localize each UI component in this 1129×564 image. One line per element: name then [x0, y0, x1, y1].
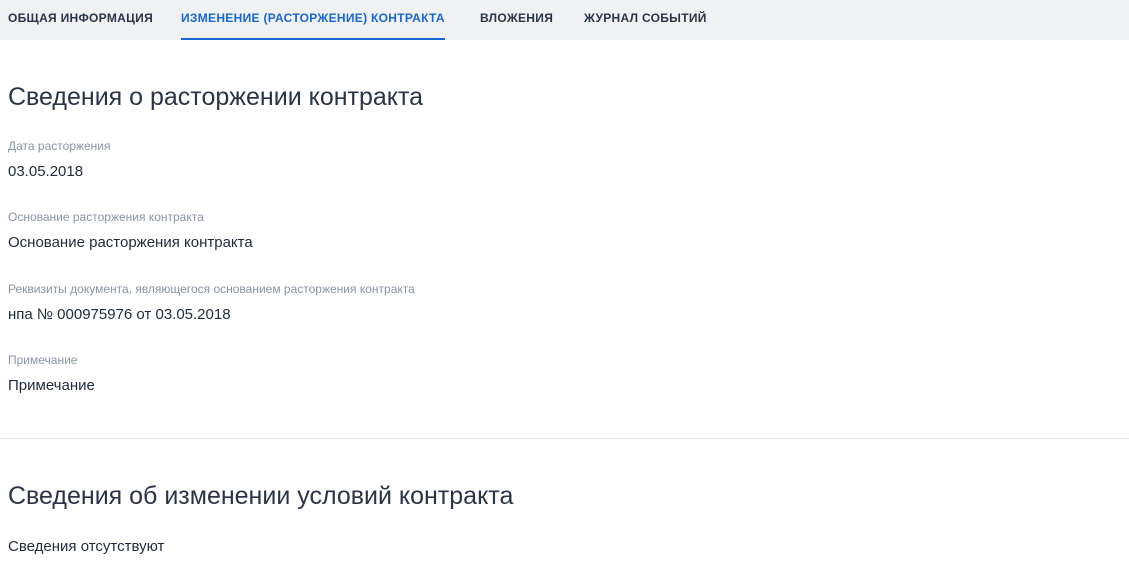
document-details-label: Реквизиты документа, являющегося основан… [8, 282, 415, 296]
tab-event-log[interactable]: ЖУРНАЛ СОБЫТИЙ [584, 0, 707, 40]
termination-section-title: Сведения о расторжении контракта [8, 83, 424, 111]
termination-date-value: 03.05.2018 [8, 163, 84, 180]
termination-date-label: Дата расторжения [8, 139, 111, 153]
section-divider [0, 438, 1129, 439]
document-details-value: нпа № 000975976 от 03.05.2018 [8, 306, 231, 323]
tab-bar: ОБЩАЯ ИНФОРМАЦИЯ ИЗМЕНЕНИЕ (РАСТОРЖЕНИЕ)… [0, 0, 1129, 40]
tab-contract-change[interactable]: ИЗМЕНЕНИЕ (РАСТОРЖЕНИЕ) КОНТРАКТА [181, 0, 445, 40]
tab-general-info[interactable]: ОБЩАЯ ИНФОРМАЦИЯ [8, 0, 153, 40]
changes-section-title: Сведения об изменении условий контракта [8, 482, 514, 510]
termination-basis-label: Основание расторжения контракта [8, 210, 204, 224]
changes-empty-text: Сведения отсутствуют [8, 538, 165, 555]
tab-attachments[interactable]: ВЛОЖЕНИЯ [480, 0, 553, 40]
note-value: Примечание [8, 377, 95, 394]
termination-basis-value: Основание расторжения контракта [8, 234, 253, 251]
note-label: Примечание [8, 353, 78, 367]
